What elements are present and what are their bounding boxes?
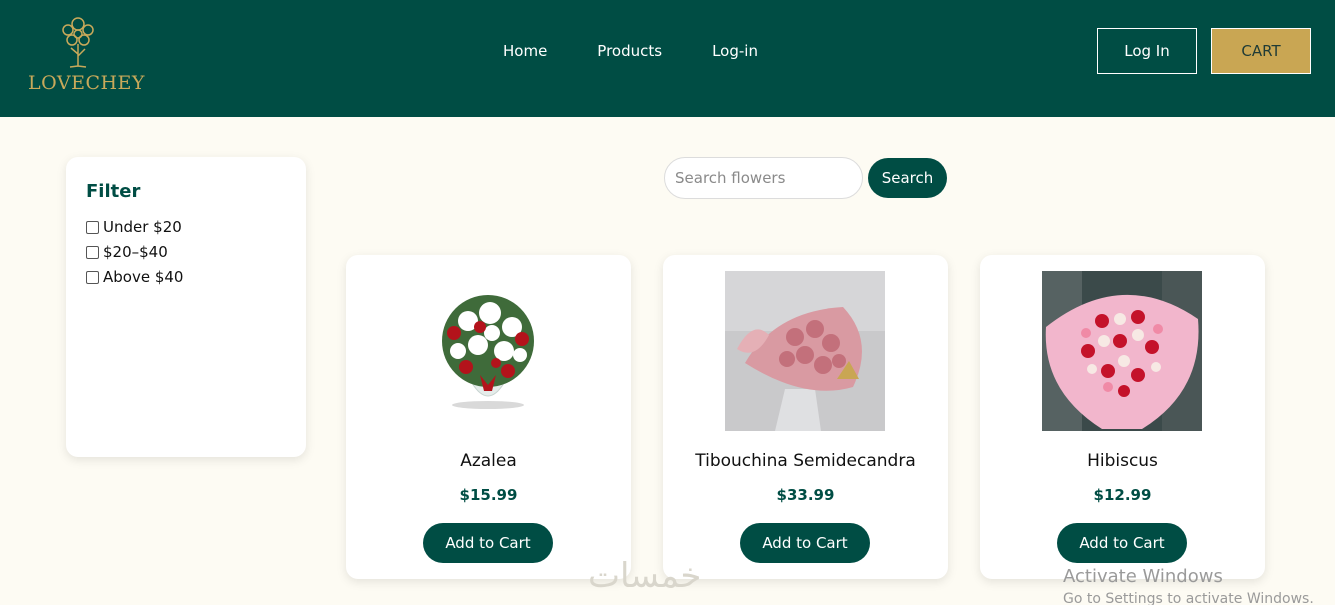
add-to-cart-button[interactable]: Add to Cart: [740, 523, 870, 563]
product-price: $33.99: [776, 486, 835, 504]
search-input[interactable]: [664, 157, 863, 199]
activate-windows-subtitle: Go to Settings to activate Windows.: [1063, 591, 1314, 605]
logo-text: LOVECHEY: [28, 72, 145, 94]
product-card-tibouchina: Tibouchina Semidecandra $33.99 Add to Ca…: [663, 255, 948, 579]
khamsat-watermark: خمسات: [588, 556, 702, 596]
filter-option-label: Above $40: [103, 268, 184, 286]
filter-option-above-40[interactable]: Above $40: [86, 268, 286, 286]
nav-products[interactable]: Products: [597, 42, 662, 60]
product-name: Azalea: [460, 451, 517, 471]
nav-home[interactable]: Home: [503, 42, 547, 60]
filter-option-under-20[interactable]: Under $20: [86, 218, 286, 236]
filter-option-label: $20–$40: [103, 243, 168, 261]
checkbox[interactable]: [86, 245, 99, 259]
top-navbar: LOVECHEY Home Products Log-in Log In CAR…: [0, 0, 1335, 117]
filter-panel: Filter Under $20 $20–$40 Above $40: [66, 157, 306, 457]
nav-log-in[interactable]: Log-in: [712, 42, 758, 60]
login-button[interactable]: Log In: [1097, 28, 1197, 74]
hibiscus-bouquet-image: [1042, 271, 1202, 431]
search-button[interactable]: Search: [868, 158, 947, 198]
add-to-cart-button[interactable]: Add to Cart: [1057, 523, 1187, 563]
filter-title: Filter: [86, 181, 141, 202]
brand-logo[interactable]: LOVECHEY: [28, 10, 145, 94]
checkbox[interactable]: [86, 270, 99, 284]
product-name: Hibiscus: [1087, 451, 1158, 471]
checkbox[interactable]: [86, 220, 99, 234]
cart-button[interactable]: CART: [1211, 28, 1311, 74]
product-card-azalea: Azalea $15.99 Add to Cart: [346, 255, 631, 579]
activate-windows-notice: Activate Windows Go to Settings to activ…: [1063, 566, 1314, 605]
azalea-bouquet-image: [408, 271, 568, 431]
filter-option-label: Under $20: [103, 218, 182, 236]
tibouchina-bouquet-image: [725, 271, 885, 431]
activate-windows-title: Activate Windows: [1063, 566, 1223, 587]
product-name: Tibouchina Semidecandra: [695, 451, 916, 471]
product-card-hibiscus: Hibiscus $12.99 Add to Cart: [980, 255, 1265, 579]
filter-option-20-40[interactable]: $20–$40: [86, 243, 286, 261]
product-price: $12.99: [1093, 486, 1152, 504]
add-to-cart-button[interactable]: Add to Cart: [423, 523, 553, 563]
rose-tree-logo-icon: [62, 17, 94, 68]
main-nav: Home Products Log-in: [503, 42, 758, 60]
product-price: $15.99: [459, 486, 518, 504]
